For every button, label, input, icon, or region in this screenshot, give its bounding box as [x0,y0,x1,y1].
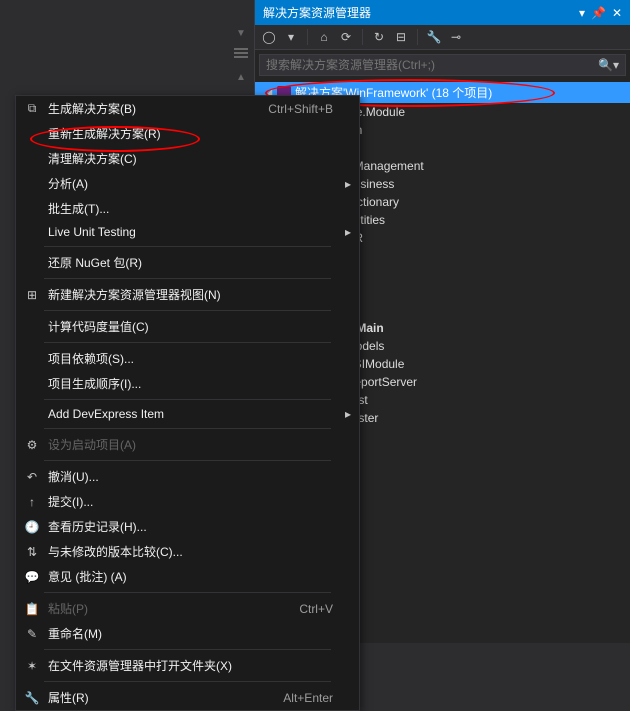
menu-item[interactable]: ⊞新建解决方案资源管理器视图(N) [16,282,359,307]
menu-item-label: 分析(A) [44,175,333,192]
build-icon: ⧉ [20,101,44,116]
menu-item-label: 清理解决方案(C) [44,150,333,167]
menu-item: ⚙设为启动项目(A) [16,432,359,457]
sync-icon[interactable]: ⟳ [338,29,354,45]
pin-icon[interactable]: 📌 [591,6,606,20]
rename-icon: ✎ [20,627,44,641]
panel-title-bar: 解决方案资源管理器 ▾ 📌 ✕ [255,0,630,25]
menu-item-label: 粘贴(P) [44,600,299,617]
back-icon[interactable]: ◯ [261,29,277,45]
menu-item-label: 生成解决方案(B) [44,100,268,117]
menu-item[interactable]: ↑提交(I)... [16,489,359,514]
compare-icon: ⇅ [20,545,44,559]
menu-item[interactable]: ✎重命名(M) [16,621,359,646]
menu-item-label: 查看历史记录(H)... [44,518,333,535]
menu-item[interactable]: 🕘查看历史记录(H)... [16,514,359,539]
search-icon[interactable]: 🔍▾ [598,58,619,72]
close-icon[interactable]: ✕ [612,6,622,20]
menu-item[interactable]: ⧉生成解决方案(B)Ctrl+Shift+B [16,96,359,121]
menu-item-label: 撤消(U)... [44,468,333,485]
menu-item[interactable]: ↶撤消(U)... [16,464,359,489]
menu-item-label: 在文件资源管理器中打开文件夹(X) [44,657,333,674]
folder-icon: ✶ [20,659,44,673]
menu-separator [44,342,331,343]
show-all-icon[interactable]: ⊸ [448,29,464,45]
chevron-down-icon[interactable]: ▼ [236,28,246,39]
refresh-icon[interactable]: ↻ [371,29,387,45]
menu-separator [44,592,331,593]
startup-icon: ⚙ [20,438,44,452]
drag-handle-icon[interactable] [232,48,250,62]
menu-item-label: Add DevExpress Item [44,407,333,421]
menu-item[interactable]: 🔧属性(R)Alt+Enter [16,685,359,710]
menu-separator [44,399,331,400]
panel-title: 解决方案资源管理器 [263,4,579,21]
menu-separator [44,428,331,429]
menu-item[interactable]: ⇅与未修改的版本比较(C)... [16,539,359,564]
menu-item[interactable]: 重新生成解决方案(R) [16,121,359,146]
newview-icon: ⊞ [20,288,44,302]
comment-icon: 💬 [20,570,44,584]
menu-item-label: Live Unit Testing [44,225,333,239]
menu-separator [44,460,331,461]
menu-item-label: 项目生成顺序(I)... [44,375,333,392]
menu-item[interactable]: 清理解决方案(C) [16,146,359,171]
menu-item-label: 还原 NuGet 包(R) [44,254,333,271]
menu-item-shortcut: Ctrl+V [299,602,339,616]
menu-item-label: 重命名(M) [44,625,333,642]
menu-separator [44,310,331,311]
menu-item[interactable]: 💬意见 (批注) (A) [16,564,359,589]
menu-separator [44,278,331,279]
menu-item[interactable]: ✶在文件资源管理器中打开文件夹(X) [16,653,359,678]
history-icon: 🕘 [20,520,44,534]
submenu-arrow-icon: ▸ [339,177,351,191]
menu-separator [44,681,331,682]
menu-item-label: 属性(R) [44,689,283,706]
menu-item-shortcut: Ctrl+Shift+B [268,102,339,116]
menu-item-shortcut: Alt+Enter [283,691,339,705]
menu-item-label: 与未修改的版本比较(C)... [44,543,333,560]
menu-item[interactable]: 项目生成顺序(I)... [16,371,359,396]
menu-item-label: 新建解决方案资源管理器视图(N) [44,286,333,303]
context-menu: ⧉生成解决方案(B)Ctrl+Shift+B 重新生成解决方案(R) 清理解决方案(… [15,95,360,711]
search-input[interactable] [266,58,598,72]
menu-item[interactable]: 分析(A) ▸ [16,171,359,196]
menu-separator [44,649,331,650]
search-bar[interactable]: 🔍▾ [259,54,626,76]
undo-icon: ↶ [20,470,44,484]
menu-item: 📋粘贴(P)Ctrl+V [16,596,359,621]
submenu-arrow-icon: ▸ [339,225,351,239]
menu-separator [44,246,331,247]
panel-toolbar: ◯ ▾ ⌂ ⟳ ↻ ⊟ 🔧 ⊸ [255,25,630,50]
submenu-arrow-icon: ▸ [339,407,351,421]
dropdown-icon[interactable]: ▾ [579,6,585,20]
menu-item-label: 重新生成解决方案(R) [44,125,333,142]
menu-item-label: 项目依赖项(S)... [44,350,333,367]
commit-icon: ↑ [20,495,44,509]
menu-item[interactable]: 批生成(T)... [16,196,359,221]
menu-item-label: 意见 (批注) (A) [44,568,333,585]
paste-icon: 📋 [20,602,44,616]
chevron-up-icon[interactable]: ▲ [236,72,246,83]
props-icon: 🔧 [20,691,44,705]
home-icon[interactable]: ⌂ [316,29,332,45]
forward-icon[interactable]: ▾ [283,29,299,45]
menu-item-label: 计算代码度量值(C) [44,318,333,335]
collapse-icon[interactable]: ⊟ [393,29,409,45]
menu-item[interactable]: 项目依赖项(S)... [16,346,359,371]
menu-item[interactable]: Add DevExpress Item ▸ [16,403,359,425]
properties-icon[interactable]: 🔧 [426,29,442,45]
menu-item-label: 批生成(T)... [44,200,333,217]
menu-item-label: 设为启动项目(A) [44,436,333,453]
menu-item[interactable]: 计算代码度量值(C) [16,314,359,339]
menu-item[interactable]: Live Unit Testing ▸ [16,221,359,243]
menu-item[interactable]: 还原 NuGet 包(R) [16,250,359,275]
menu-item-label: 提交(I)... [44,493,333,510]
